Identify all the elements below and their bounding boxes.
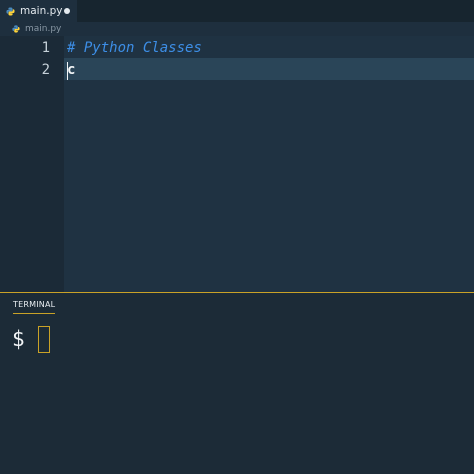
code-line-comment[interactable]: # Python Classes — [67, 38, 202, 58]
current-line-highlight — [64, 58, 474, 80]
line-number: 2 — [41, 62, 50, 78]
breadcrumb-filename[interactable]: main.py — [25, 24, 61, 34]
tab-filename: main.py — [20, 5, 63, 17]
python-icon — [6, 6, 15, 16]
code-editor-window: main.py main.py 1 2 # Python Classes c T… — [0, 0, 474, 474]
line-number-gutter: 1 2 — [0, 36, 64, 292]
code-editor[interactable]: # Python Classes c — [64, 36, 474, 292]
tab-main-py[interactable]: main.py — [0, 0, 77, 22]
code-line[interactable]: c — [67, 60, 75, 80]
breadcrumb: main.py — [0, 22, 474, 36]
tab-terminal[interactable]: TERMINAL — [13, 300, 56, 314]
terminal-cursor — [38, 326, 50, 353]
terminal-panel[interactable]: TERMINAL $ — [0, 292, 474, 474]
python-icon — [12, 25, 20, 33]
unsaved-dot-icon[interactable] — [64, 8, 70, 14]
terminal-prompt: $ — [12, 327, 25, 351]
text-cursor — [67, 62, 68, 80]
tab-bar: main.py — [0, 0, 474, 22]
line-number: 1 — [41, 40, 50, 56]
